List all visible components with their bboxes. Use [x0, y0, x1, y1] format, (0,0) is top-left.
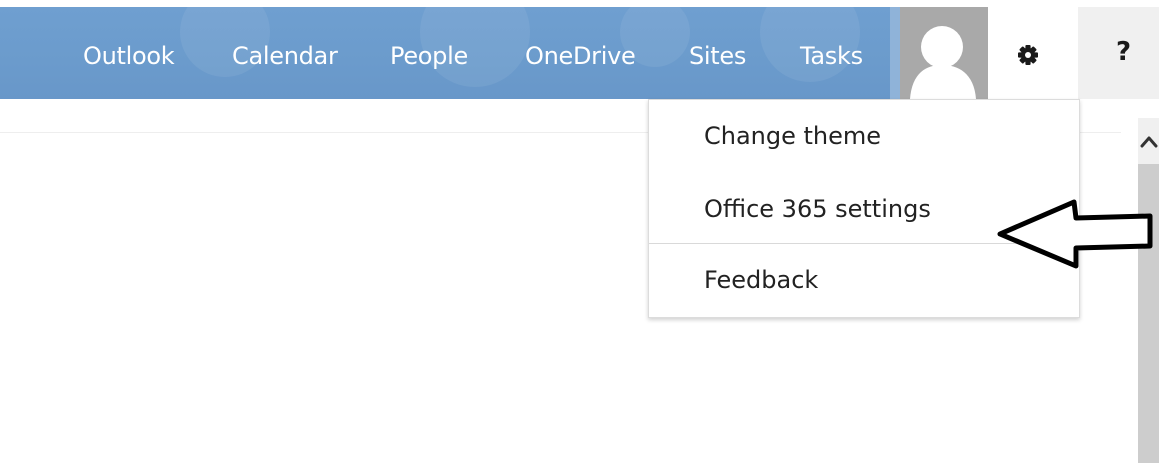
chevron-up-icon — [1140, 136, 1158, 148]
help-icon: ? — [1116, 37, 1132, 67]
nav-divider — [890, 7, 900, 99]
nav-item-tasks[interactable]: Tasks — [800, 7, 863, 99]
nav-item-outlook[interactable]: Outlook — [83, 7, 175, 99]
menu-item-office-365-settings[interactable]: Office 365 settings — [704, 195, 931, 223]
vertical-scrollbar[interactable] — [1138, 118, 1159, 463]
menu-item-change-theme[interactable]: Change theme — [704, 122, 881, 150]
content-divider — [1079, 132, 1121, 133]
settings-gear-button[interactable] — [989, 7, 1078, 99]
nav-item-calendar[interactable]: Calendar — [232, 7, 338, 99]
menu-item-feedback[interactable]: Feedback — [704, 266, 818, 294]
content-divider — [0, 132, 648, 133]
left-arrow-outline-icon — [997, 199, 1153, 269]
nav-item-onedrive[interactable]: OneDrive — [525, 7, 636, 99]
scroll-up-button[interactable] — [1138, 118, 1159, 162]
person-silhouette-icon — [910, 26, 976, 99]
nav-item-people[interactable]: People — [390, 7, 468, 99]
gear-icon — [1018, 45, 1038, 65]
user-avatar[interactable] — [900, 7, 988, 99]
help-button[interactable]: ? — [1078, 7, 1159, 99]
nav-item-sites[interactable]: Sites — [689, 7, 746, 99]
top-nav-bar: Outlook Calendar People OneDrive Sites T… — [0, 7, 896, 99]
